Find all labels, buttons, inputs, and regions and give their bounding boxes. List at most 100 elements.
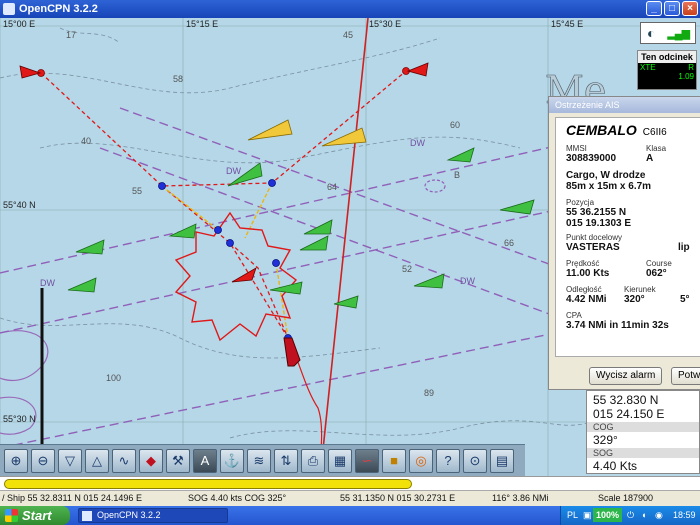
- scale-in-button[interactable]: ▽: [58, 448, 82, 473]
- status-bar: / Ship 55 32.8311 N 015 24.1496 E SOG 4.…: [0, 490, 700, 506]
- taskbar-app-opencpn[interactable]: OpenCPN 3.2.2: [78, 508, 228, 523]
- chart-bar[interactable]: [0, 476, 700, 490]
- zoom-out-icon: ⊖: [37, 452, 49, 468]
- lane-label: DW: [460, 276, 475, 286]
- man-overboard-button[interactable]: ◎: [409, 448, 433, 473]
- silence-alarm-button[interactable]: Wycisz alarm: [589, 367, 663, 385]
- track-button[interactable]: ∽: [355, 448, 379, 473]
- depth-sounding: 45: [343, 30, 354, 40]
- tides-button[interactable]: ≋: [247, 448, 271, 473]
- lon-label-4: 15°45 E: [551, 19, 584, 29]
- battery-indicator[interactable]: 100%: [593, 508, 623, 522]
- route-icon: ∿: [118, 452, 130, 468]
- depth-sounding: 40: [81, 136, 92, 146]
- route-manager-icon: ▦: [333, 452, 347, 468]
- power-icon[interactable]: ⏻: [627, 510, 634, 521]
- xte-label: XTE: [640, 63, 656, 72]
- route-button[interactable]: ∿: [112, 448, 136, 473]
- depth-sounding: 52: [402, 264, 413, 274]
- tray-icon[interactable]: ▣: [583, 510, 592, 521]
- bearing-value: 320°: [624, 294, 645, 305]
- dashboard-button[interactable]: ▤: [490, 448, 514, 473]
- leg-panel-title: Ten odcinek: [638, 51, 696, 63]
- depth-sounding: B: [454, 170, 461, 180]
- lane-label: DW: [226, 166, 241, 176]
- zoom-out-button[interactable]: ⊖: [31, 448, 55, 473]
- class-value: A: [646, 153, 654, 164]
- help-button[interactable]: ?: [436, 448, 460, 473]
- zoom-in-button[interactable]: ⊕: [4, 448, 28, 473]
- status-scale: Scale 187900: [598, 493, 654, 503]
- vessel-name-text: CEMBALO: [566, 122, 637, 138]
- ship-lat: 55 32.830 N: [593, 393, 659, 407]
- follow-ship-button[interactable]: ◆: [139, 448, 163, 473]
- lon-label-3: 15°30 E: [369, 19, 402, 29]
- color-scheme-icon: ■: [390, 453, 398, 468]
- route-manager-button[interactable]: ▦: [328, 448, 352, 473]
- lane-label: DW: [40, 278, 55, 288]
- system-tray: PL ▣ 100% ⏻ ◖ ◉ 18:59: [560, 506, 700, 525]
- depth-sounding: 17: [66, 30, 77, 40]
- vessel-callsign: C6II6: [642, 127, 667, 138]
- title-bar: OpenCPN 3.2.2 _ □ ×: [0, 0, 700, 18]
- settings-button[interactable]: ⚒: [166, 448, 190, 473]
- sog-label: SOG: [587, 448, 699, 458]
- app-icon: [3, 3, 15, 15]
- speed-value: 11.00 Kts: [566, 268, 610, 279]
- mmsi-value: 308839000: [566, 153, 617, 164]
- minimize-button[interactable]: _: [646, 1, 662, 16]
- currents-button[interactable]: ⇅: [274, 448, 298, 473]
- taskbar-app-label: OpenCPN 3.2.2: [97, 510, 161, 520]
- compass-widget[interactable]: ◐ ▂▄▆: [640, 22, 696, 44]
- start-button[interactable]: Start: [0, 506, 70, 525]
- scale-out-button[interactable]: △: [85, 448, 109, 473]
- maximize-button[interactable]: □: [664, 1, 680, 16]
- mmsi-label: MMSI: [566, 144, 587, 153]
- course-label: Course: [646, 259, 672, 268]
- destination-value: VASTERAS: [566, 242, 620, 253]
- text-toggle-button[interactable]: A: [193, 448, 217, 473]
- lat-label-1: 55°40 N: [3, 200, 36, 210]
- close-button[interactable]: ×: [682, 1, 698, 16]
- ship-lon: 015 24.150 E: [593, 407, 665, 421]
- start-label: Start: [22, 508, 52, 523]
- security-icon[interactable]: ◉: [655, 510, 663, 521]
- lat-label-2: 55°30 N: [3, 414, 36, 424]
- depth-sounding: 55: [132, 186, 143, 196]
- help-icon: ?: [444, 453, 452, 468]
- acknowledge-button[interactable]: Potw: [671, 367, 700, 385]
- color-scheme-button[interactable]: ■: [382, 448, 406, 473]
- text-icon: A: [200, 453, 210, 468]
- bearing-label: Kierunek: [624, 285, 656, 294]
- anchor-icon: ⚓: [223, 452, 241, 468]
- mob-button[interactable]: ⚓: [220, 448, 244, 473]
- tide-icon: ≋: [253, 452, 265, 468]
- speed-label: Prędkość: [566, 259, 600, 268]
- position-label: Pozycja: [566, 198, 595, 207]
- print-button[interactable]: ⎙: [301, 448, 325, 473]
- volume-icon[interactable]: ◖: [641, 510, 646, 520]
- dashboard-icon: ▤: [495, 452, 509, 468]
- depth-sounding: 60: [450, 120, 461, 130]
- cog-value: 329°: [593, 433, 618, 447]
- ais-button[interactable]: ⊙: [463, 448, 487, 473]
- compass-icon: ◐: [646, 25, 656, 41]
- depth-sounding: 64: [327, 182, 338, 192]
- status-bearing-range: 116° 3.86 NMi: [492, 493, 549, 503]
- chart-bar-fill: [4, 479, 412, 489]
- ais-alert-dialog: Ostrzeżenie AIS CEMBALO C6II6 MMSI 3088390…: [548, 96, 700, 390]
- language-indicator[interactable]: PL: [567, 510, 578, 520]
- window-controls: _ □ ×: [646, 1, 698, 16]
- bearing-extra: 5°: [680, 294, 690, 305]
- xte-row: XTE R: [638, 63, 696, 72]
- lane-label: DW: [410, 138, 425, 148]
- cog-label: COG: [587, 422, 699, 432]
- clock: 18:59: [673, 510, 696, 520]
- nav-data-panel: 55 32.830 N 015 24.150 E COG 329° SOG 4.…: [586, 390, 700, 474]
- window-title: OpenCPN 3.2.2: [19, 3, 98, 15]
- position-lat: 55 36.2155 N: [566, 207, 627, 218]
- chart-up-icon: △: [92, 452, 102, 468]
- track-icon: ∽: [361, 452, 373, 468]
- lon-label-1: 15°00 E: [3, 19, 36, 29]
- depth-sounding: 66: [504, 238, 515, 248]
